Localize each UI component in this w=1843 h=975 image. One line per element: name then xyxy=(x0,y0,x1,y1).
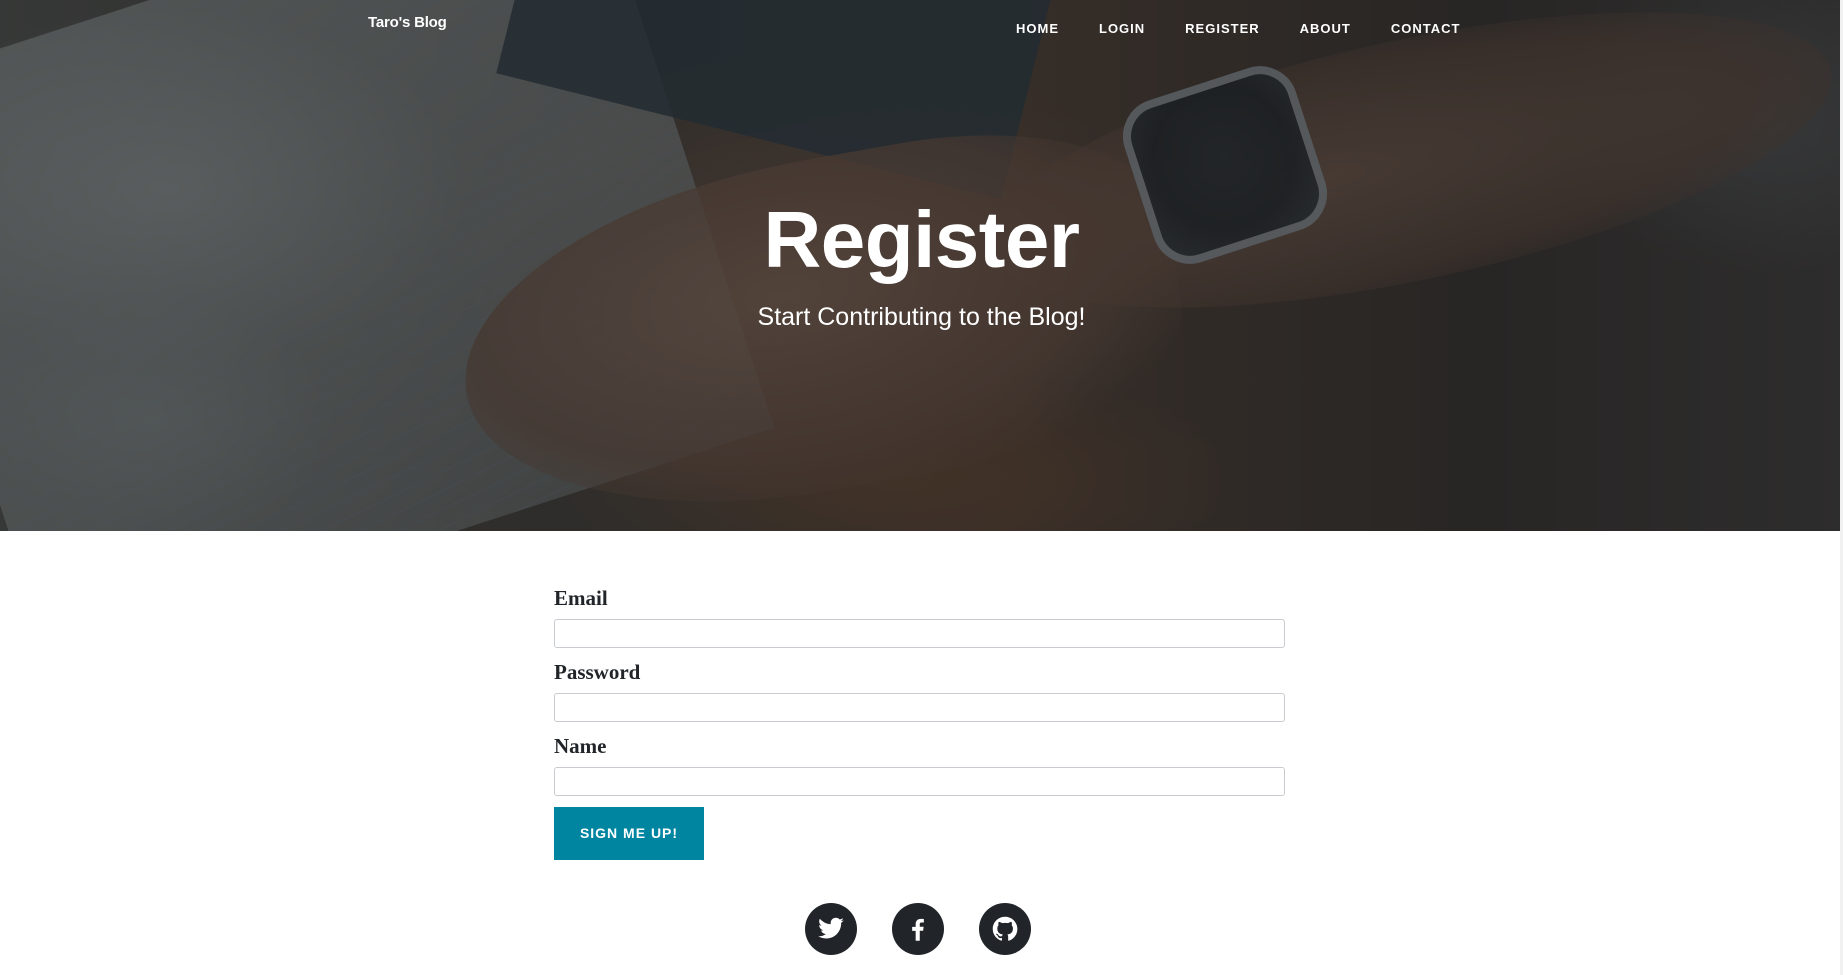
brand-link[interactable]: Taro's Blog xyxy=(368,14,447,31)
email-field[interactable] xyxy=(554,619,1285,648)
email-label: Email xyxy=(554,586,608,610)
twitter-link[interactable] xyxy=(805,903,857,955)
nav-item-register[interactable]: REGISTER xyxy=(1185,21,1259,36)
facebook-icon xyxy=(912,918,924,941)
page: Taro's Blog HOME LOGIN REGISTER ABOUT CO… xyxy=(0,0,1843,975)
password-field[interactable] xyxy=(554,693,1285,722)
name-label: Name xyxy=(554,734,607,758)
hero-header: Taro's Blog HOME LOGIN REGISTER ABOUT CO… xyxy=(0,0,1843,531)
nav-item-about[interactable]: ABOUT xyxy=(1300,21,1351,36)
sign-up-button[interactable]: SIGN ME UP! xyxy=(554,807,704,860)
main-nav: HOME LOGIN REGISTER ABOUT CONTACT xyxy=(1016,21,1460,36)
register-form: Email Password Name SIGN ME UP! xyxy=(554,584,1285,860)
github-link[interactable] xyxy=(979,903,1031,955)
social-links xyxy=(805,903,1031,955)
name-field[interactable] xyxy=(554,767,1285,796)
page-subtitle: Start Contributing to the Blog! xyxy=(757,303,1086,331)
password-label: Password xyxy=(554,660,641,684)
page-title: Register xyxy=(763,195,1080,284)
facebook-link[interactable] xyxy=(892,903,944,955)
nav-item-contact[interactable]: CONTACT xyxy=(1391,21,1461,36)
github-icon xyxy=(992,916,1018,941)
twitter-icon xyxy=(818,917,844,939)
nav-item-home[interactable]: HOME xyxy=(1016,21,1059,36)
nav-item-login[interactable]: LOGIN xyxy=(1099,21,1145,36)
